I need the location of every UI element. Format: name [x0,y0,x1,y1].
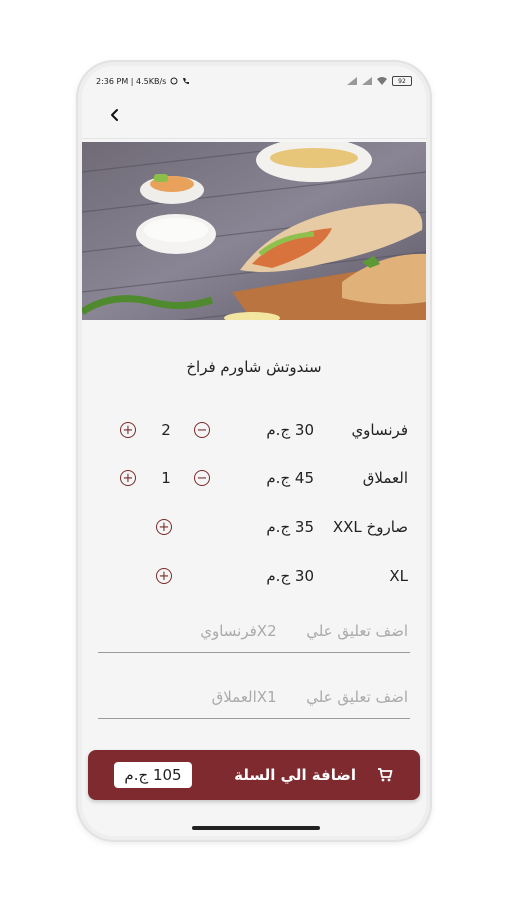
battery-icon: 92 [392,76,412,86]
home-indicator[interactable] [192,826,320,830]
back-button[interactable] [104,104,126,126]
add-button[interactable]: + [156,519,172,535]
phone-frame: 2:36 PM | 4.5KB/s 92 سندوتش شاورم فراخ ف… [78,62,430,840]
status-left: 2:36 PM | 4.5KB/s [96,77,190,86]
cart-icon [376,766,394,784]
increase-button[interactable]: + [120,422,136,438]
status-bar: 2:36 PM | 4.5KB/s 92 [96,74,412,88]
size-price: 30 ج.م [266,567,314,585]
comment-item-label: X1العملاق [211,688,277,706]
product-title: سندوتش شاورم فراخ [186,358,322,376]
phone-icon [183,78,190,84]
comment-placeholder: اضف تعليق علي X2فرنساوي [200,622,408,640]
decrease-button[interactable]: − [194,422,210,438]
comment-item-label: X2فرنساوي [200,622,277,640]
plus-icon: + [158,519,170,535]
add-button[interactable]: + [156,568,172,584]
status-right: 92 [347,76,412,86]
comment-field-2[interactable]: اضف تعليق علي X1العملاق [98,678,410,719]
cart-total: 105 ج.م [114,762,192,788]
size-name: صاروخ XXL [332,518,408,536]
quantity-value: 1 [161,469,171,487]
size-name: XL [389,567,408,585]
size-row-4: XL 30 ج.م + [82,562,426,592]
size-name: فرنساوي [351,421,408,439]
size-price: 30 ج.م [266,421,314,439]
back-arrow-icon [111,109,118,121]
size-name: العملاق [362,469,408,487]
add-to-cart-button[interactable]: اضافة الي السلة 105 ج.م [88,750,420,800]
comment-field-1[interactable]: اضف تعليق علي X2فرنساوي [98,612,410,653]
size-row-1: فرنساوي 30 ج.م − 2 + [82,416,426,446]
quantity-value: 2 [161,421,171,439]
product-image [82,142,426,320]
minus-icon: − [196,422,208,438]
wifi-icon [377,77,387,85]
increase-button[interactable]: + [120,470,136,486]
shawarma-photo [82,142,426,320]
size-price: 45 ج.م [266,469,314,487]
plus-icon: + [158,568,170,584]
comment-placeholder-text: اضف تعليق علي [306,688,408,706]
comment-placeholder: اضف تعليق علي X1العملاق [212,688,408,706]
status-time: 2:36 PM | 4.5KB/s [96,76,167,86]
size-row-2: العملاق 45 ج.م − 1 + [82,464,426,494]
size-price: 35 ج.م [266,518,314,536]
plus-icon: + [122,470,134,486]
size-row-3: صاروخ XXL 35 ج.م + [82,513,426,543]
minus-icon: − [196,470,208,486]
signal-icon [347,77,357,85]
decrease-button[interactable]: − [194,470,210,486]
app-bar [82,94,426,139]
add-to-cart-label: اضافة الي السلة [234,766,356,784]
comment-placeholder-text: اضف تعليق علي [306,622,408,640]
app-screen: 2:36 PM | 4.5KB/s 92 سندوتش شاورم فراخ ف… [82,66,426,836]
alarm-icon [170,77,178,85]
signal-icon-2 [362,77,372,85]
plus-icon: + [122,422,134,438]
